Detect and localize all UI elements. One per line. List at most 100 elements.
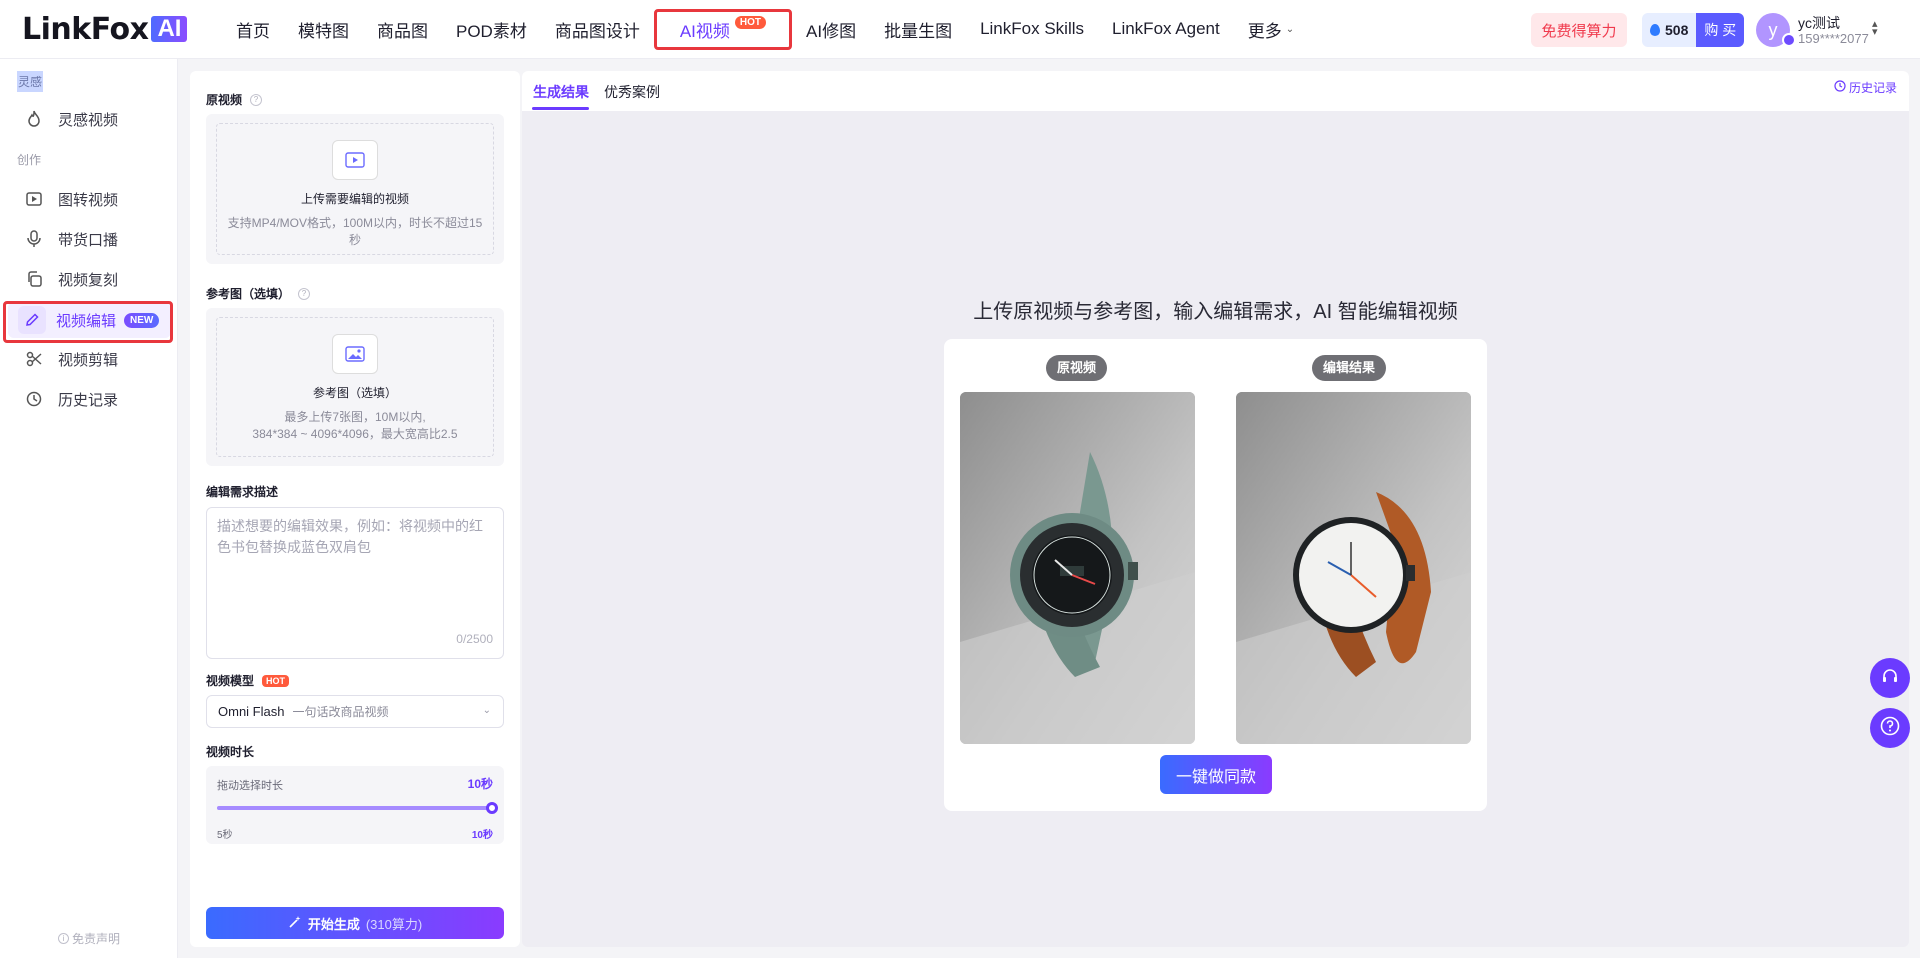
- help-icon[interactable]: ?: [298, 287, 311, 300]
- nav-ai-video[interactable]: AI视频 HOT: [653, 0, 793, 58]
- buy-button[interactable]: 购 买: [1696, 13, 1745, 47]
- source-video-label: 原视频 ?: [206, 91, 263, 108]
- tab-showcase[interactable]: 优秀案例: [604, 82, 660, 102]
- tab-results[interactable]: 生成结果: [533, 82, 589, 102]
- edited-result-image: [1236, 392, 1471, 744]
- duration-slider-panel: 拖动选择时长 10秒 5秒 10秒: [206, 766, 504, 844]
- credits-count: 508: [1642, 13, 1697, 47]
- sidebar-item-livestream[interactable]: 带货口播: [8, 221, 171, 257]
- nav-ai-retouch[interactable]: AI修图: [792, 0, 870, 58]
- sidebar-item-label: 视频复刻: [58, 271, 119, 289]
- slider-min: 5秒: [217, 830, 233, 841]
- headline: 上传原视频与参考图，输入编辑需求，AI 智能编辑视频: [973, 301, 1458, 323]
- slider-value: 10秒: [467, 777, 493, 791]
- slider-handle[interactable]: [486, 802, 498, 814]
- sidebar-item-history[interactable]: 历史记录: [8, 381, 171, 417]
- nav-label: 商品图设计: [554, 21, 640, 41]
- slider-hint: 拖动选择时长: [217, 780, 283, 792]
- duration-slider[interactable]: [217, 802, 498, 814]
- vip-badge-icon: [1782, 33, 1796, 47]
- generate-button[interactable]: 开始生成 (310算力): [206, 907, 504, 939]
- help-button[interactable]: [1870, 708, 1910, 748]
- credits-widget: 508 购 买: [1642, 13, 1745, 47]
- prompt-label: 编辑需求描述: [206, 485, 279, 499]
- credit-drop-icon: [1650, 24, 1660, 36]
- nav-batch-generate[interactable]: 批量生图: [870, 0, 966, 58]
- help-icon[interactable]: ?: [250, 93, 263, 106]
- nav-label: LinkFox Skills: [980, 19, 1084, 38]
- label-text: 视频模型: [206, 674, 255, 688]
- customer-service-button[interactable]: [1870, 658, 1910, 698]
- scissors-icon: [24, 349, 44, 369]
- history-link[interactable]: 历史记录: [1834, 79, 1897, 96]
- nav-label: POD素材: [456, 21, 527, 41]
- sidebar-item-label: 历史记录: [58, 391, 119, 409]
- headset-icon: [1881, 667, 1899, 690]
- active-tab-indicator: [532, 107, 589, 110]
- user-phone: 159****2077: [1798, 31, 1869, 46]
- copy-icon: [24, 269, 44, 289]
- nav-more[interactable]: 更多 ⌄: [1234, 0, 1308, 58]
- nav-linkfox-skills[interactable]: LinkFox Skills: [966, 0, 1098, 58]
- credits-value: 508: [1665, 22, 1689, 38]
- nav-product-image[interactable]: 商品图: [363, 0, 442, 58]
- nav-home[interactable]: 首页: [222, 0, 284, 58]
- nav-pod-assets[interactable]: POD素材: [442, 0, 541, 58]
- label-text: 参考图（选填）: [206, 287, 291, 301]
- magic-wand-icon: [288, 915, 302, 932]
- sidebar-item-inspiration-video[interactable]: 灵感视频: [8, 101, 171, 137]
- nav-label: 模特图: [298, 21, 349, 41]
- reference-image-label: 参考图（选填） ?: [206, 285, 311, 302]
- sidebar-item-label: 灵感视频: [58, 111, 119, 129]
- example-card: 原视频 编辑结果 一键做同款: [944, 339, 1487, 811]
- result-tabs: 生成结果 优秀案例 历史记录: [522, 71, 1909, 111]
- slider-max: 10秒: [471, 830, 493, 841]
- video-upload-icon: [332, 140, 378, 180]
- nav-linkfox-agent[interactable]: LinkFox Agent: [1098, 0, 1234, 58]
- image-upload-icon: [332, 334, 378, 374]
- upload-dropzone[interactable]: 参考图（选填） 最多上传7张图，10M以内, 384*384 ~ 4096*40…: [216, 317, 494, 457]
- hot-badge: HOT: [262, 674, 290, 687]
- sidebar-item-label: 带货口播: [58, 231, 119, 249]
- generate-cost: (310算力): [365, 916, 423, 932]
- duration-label: 视频时长: [206, 745, 255, 759]
- chevron-down-icon: ⌄: [1285, 23, 1295, 35]
- nav-model-image[interactable]: 模特图: [284, 0, 363, 58]
- after-label: 编辑结果: [1312, 355, 1387, 381]
- user-name[interactable]: yc测试: [1798, 13, 1840, 33]
- model-select[interactable]: Omni Flash 一句话改商品视频 ⌄: [206, 695, 504, 728]
- nav-label: 商品图: [377, 21, 428, 41]
- question-icon: [1880, 716, 1900, 741]
- upload-desc-line: 最多上传7张图，10M以内,: [284, 410, 426, 424]
- upload-desc: 支持MP4/MOV格式，100M以内，时长不超过15秒: [227, 216, 483, 247]
- chevron-down-icon: ⌄: [482, 705, 491, 716]
- main-nav: 首页 模特图 商品图 POD素材 商品图设计 AI视频 HOT AI修图 批量生…: [222, 0, 1308, 58]
- prompt-textarea[interactable]: 描述想要的编辑效果，例如：将视频中的红色书包替换成蓝色双肩包 0/2500: [206, 507, 504, 659]
- linkfox-logo[interactable]: LinkFox AI: [22, 11, 188, 47]
- model-value: Omni Flash: [218, 704, 285, 719]
- microphone-icon: [24, 229, 44, 249]
- reference-image-upload[interactable]: 参考图（选填） 最多上传7张图，10M以内, 384*384 ~ 4096*40…: [206, 308, 504, 466]
- logo-text: LinkFox: [22, 11, 149, 47]
- result-area: 生成结果 优秀案例 历史记录 上传原视频与参考图，输入编辑需求，AI 智能编辑视…: [522, 71, 1909, 947]
- make-same-button[interactable]: 一键做同款: [1160, 755, 1272, 794]
- sidebar-item-video-clip[interactable]: 视频剪辑: [8, 341, 171, 377]
- history-label: 历史记录: [1848, 81, 1897, 95]
- sidebar-item-image-to-video[interactable]: 图转视频: [8, 181, 171, 217]
- disclaimer-link[interactable]: i 免责声明: [58, 930, 120, 947]
- edit-form-panel: 原视频 ? 上传需要编辑的视频 支持MP4/MOV格式，100M以内，时长不超过…: [190, 71, 520, 947]
- sidebar-item-label: 视频剪辑: [58, 351, 119, 369]
- sidebar-item-label: 图转视频: [58, 191, 119, 209]
- section-label-create: 创作: [17, 153, 42, 167]
- account-switch-icon[interactable]: ▴ ▾: [1872, 19, 1878, 38]
- upload-title: 上传需要编辑的视频: [300, 192, 409, 206]
- source-video-upload[interactable]: 上传需要编辑的视频 支持MP4/MOV格式，100M以内，时长不超过15秒: [206, 114, 504, 264]
- nav-product-design[interactable]: 商品图设计: [541, 0, 654, 58]
- sidebar-item-video-replicate[interactable]: 视频复刻: [8, 261, 171, 297]
- slider-fill: [217, 806, 492, 810]
- nav-label: 批量生图: [884, 21, 953, 41]
- logo-ai-badge: AI: [151, 16, 188, 42]
- free-credits-button[interactable]: 免费得算力: [1531, 13, 1627, 47]
- top-bar: LinkFox AI 首页 模特图 商品图 POD素材 商品图设计 AI视频 H…: [0, 0, 1920, 59]
- upload-dropzone[interactable]: 上传需要编辑的视频 支持MP4/MOV格式，100M以内，时长不超过15秒: [216, 123, 494, 255]
